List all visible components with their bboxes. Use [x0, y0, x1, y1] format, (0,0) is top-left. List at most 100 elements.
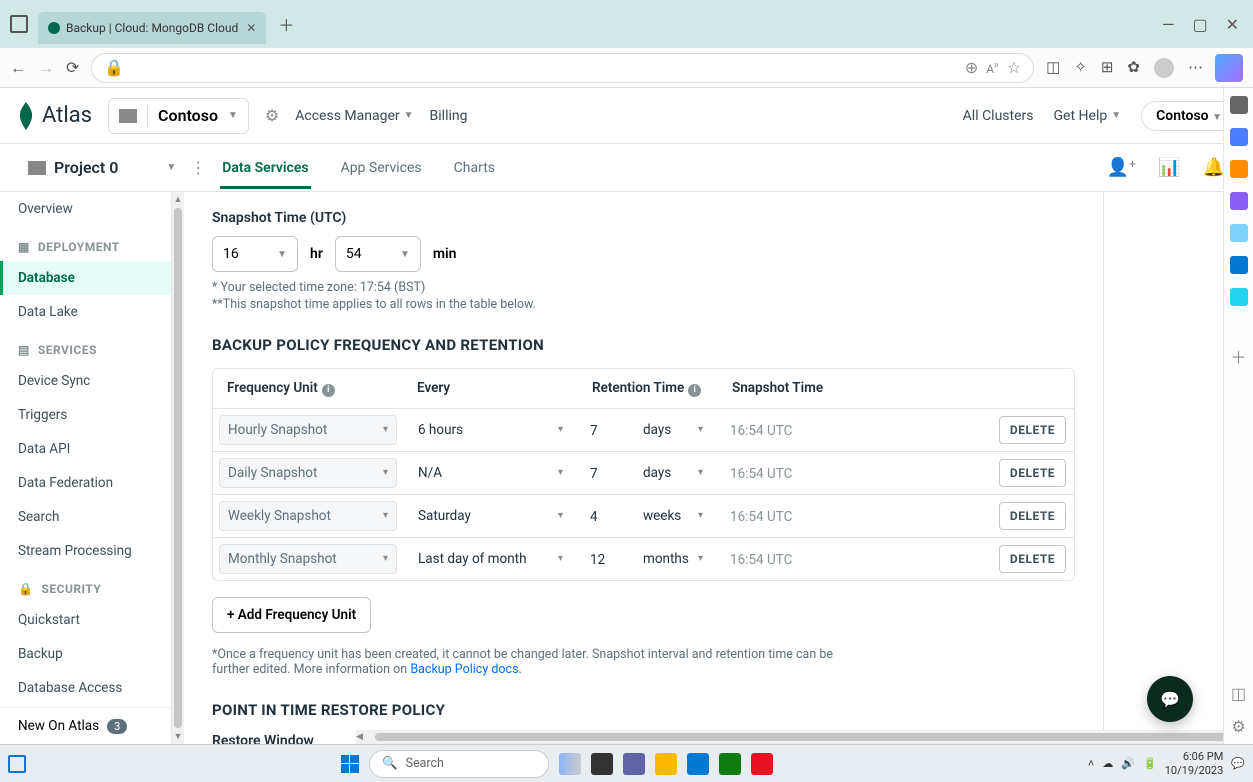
back-icon[interactable]: ← [10, 58, 26, 78]
tray-volume-icon[interactable]: 🔊 [1121, 757, 1135, 770]
tab-app-services[interactable]: App Services [339, 147, 424, 189]
sidebar-item-triggers[interactable]: Triggers [0, 398, 171, 432]
collections-icon[interactable]: ⊞ [1101, 58, 1114, 78]
shopping-icon[interactable] [1230, 160, 1248, 178]
tray-cloud-icon[interactable]: ☁ [1102, 757, 1113, 770]
sidebar-item-backup[interactable]: Backup [0, 637, 171, 671]
tag-icon[interactable] [1230, 128, 1248, 146]
close-window-icon[interactable]: ✕ [1226, 15, 1239, 34]
invite-user-icon[interactable]: 👤⁺ [1107, 157, 1137, 178]
favorites-bar-icon[interactable]: ✧ [1074, 58, 1087, 78]
delete-row-button[interactable]: DELETE [999, 502, 1066, 530]
kebab-menu-icon[interactable]: ⋮ [190, 158, 206, 177]
system-clock[interactable]: 6:06 PM 10/19/2023 [1165, 750, 1224, 776]
split-screen-icon[interactable]: ◫ [1046, 58, 1060, 78]
info-icon[interactable]: i [688, 384, 701, 397]
add-frequency-button[interactable]: + Add Frequency Unit [212, 597, 371, 633]
taskbar-search[interactable]: 🔍 Search [369, 750, 549, 778]
tray-chevron-icon[interactable]: ˄ [1088, 757, 1094, 770]
project-selector[interactable]: Project 0 ▼ [28, 158, 176, 177]
font-icon[interactable]: A» [986, 60, 999, 76]
every-select[interactable]: Saturday▾ [409, 501, 572, 531]
content-area: Snapshot Time (UTC) 16▼ hr 54▼ min * You… [184, 192, 1253, 744]
outlook-icon[interactable] [1230, 256, 1248, 274]
browser-tab[interactable]: Backup | Cloud: MongoDB Cloud ✕ [38, 12, 266, 44]
sidebar-item-device-sync[interactable]: Device Sync [0, 364, 171, 398]
send-icon[interactable] [1230, 288, 1248, 306]
frequency-unit-select[interactable]: Daily Snapshot▾ [219, 458, 397, 488]
address-bar[interactable]: 🔒 ⊕ A» ☆ [91, 53, 1034, 83]
delete-row-button[interactable]: DELETE [999, 416, 1066, 444]
close-tab-icon[interactable]: ✕ [238, 21, 256, 35]
billing-link[interactable]: Billing [430, 108, 468, 124]
maximize-icon[interactable]: ▢ [1192, 15, 1207, 34]
copilot-icon[interactable] [1215, 54, 1243, 82]
new-tab-button[interactable]: ＋ [278, 12, 294, 36]
add-sidebar-icon[interactable]: ＋ [1230, 344, 1246, 368]
tab-charts[interactable]: Charts [452, 147, 497, 189]
hide-sidebar-icon[interactable]: ◫ [1231, 684, 1246, 703]
delete-row-button[interactable]: DELETE [999, 545, 1066, 573]
gear-icon[interactable]: ⚙ [265, 106, 279, 125]
sidebar-item-search[interactable]: Search [0, 500, 171, 534]
retention-unit-select[interactable]: days▾ [634, 415, 712, 445]
backup-policy-docs-link[interactable]: Backup Policy docs [410, 662, 518, 677]
edge-icon[interactable] [687, 753, 709, 775]
reload-icon[interactable]: ⟳ [66, 58, 79, 77]
every-select[interactable]: Last day of month▾ [409, 544, 572, 574]
get-help-link[interactable]: Get Help ▼ [1054, 108, 1122, 124]
tab-data-services[interactable]: Data Services [220, 147, 310, 189]
sidebar-item-database[interactable]: Database [0, 261, 171, 295]
frequency-unit-select[interactable]: Hourly Snapshot▾ [219, 415, 397, 445]
activity-icon[interactable]: 📊 [1158, 157, 1180, 178]
sidebar-item-data-lake[interactable]: Data Lake [0, 295, 171, 329]
minimize-icon[interactable]: — [1162, 15, 1175, 34]
retention-unit-select[interactable]: days▾ [634, 458, 712, 488]
people-icon[interactable] [1230, 192, 1248, 210]
all-clusters-link[interactable]: All Clusters [963, 108, 1034, 124]
zoom-icon[interactable]: ⊕ [965, 58, 978, 77]
taskbar-app-1[interactable] [559, 753, 581, 775]
delete-row-button[interactable]: DELETE [999, 459, 1066, 487]
office-icon[interactable] [1230, 224, 1248, 242]
task-view-icon[interactable] [591, 753, 613, 775]
retention-unit-select[interactable]: months▾ [634, 544, 712, 574]
sidebar-item-stream-processing[interactable]: Stream Processing [0, 534, 171, 568]
sidebar-item-database-access[interactable]: Database Access [0, 671, 171, 705]
sidebar-item-quickstart[interactable]: Quickstart [0, 603, 171, 637]
frequency-unit-select[interactable]: Monthly Snapshot▾ [219, 544, 397, 574]
hour-select[interactable]: 16▼ [212, 236, 298, 272]
teams-icon[interactable] [623, 753, 645, 775]
snip-icon[interactable] [751, 753, 773, 775]
widgets-icon[interactable] [8, 755, 26, 773]
org-selector[interactable]: Contoso ▼ [108, 98, 249, 134]
info-icon[interactable]: i [322, 384, 335, 397]
chat-fab[interactable]: 💬 [1147, 676, 1193, 722]
start-button[interactable] [341, 755, 359, 773]
every-select[interactable]: N/A▾ [409, 458, 572, 488]
file-explorer-icon[interactable] [655, 753, 677, 775]
sidebar-overview[interactable]: Overview [0, 192, 171, 226]
sidebar-item-data-federation[interactable]: Data Federation [0, 466, 171, 500]
profile-icon[interactable] [1154, 58, 1174, 78]
sidebar-new-on-atlas[interactable]: New On Atlas 3 [0, 707, 171, 744]
access-manager-link[interactable]: Access Manager ▼ [295, 108, 413, 124]
settings-icon[interactable]: ⚙ [1231, 717, 1245, 736]
favorite-icon[interactable]: ☆ [1007, 58, 1021, 77]
frequency-unit-select[interactable]: Weekly Snapshot▾ [219, 501, 397, 531]
sidebar-item-data-api[interactable]: Data API [0, 432, 171, 466]
every-select[interactable]: 6 hours▾ [409, 415, 572, 445]
store-icon[interactable] [719, 753, 741, 775]
more-icon[interactable]: ⋯ [1188, 58, 1203, 78]
search-icon[interactable] [1230, 96, 1248, 114]
content-hscrollbar[interactable]: ◀ ▶ [356, 730, 1253, 744]
extensions-icon[interactable]: ✿ [1127, 58, 1140, 78]
minute-select[interactable]: 54▼ [335, 236, 421, 272]
atlas-logo[interactable]: Atlas [16, 102, 92, 130]
bell-icon[interactable]: 🔔 [1203, 157, 1225, 178]
tray-battery-icon[interactable]: 🔋 [1143, 757, 1157, 770]
retention-unit-select[interactable]: weeks▾ [634, 501, 712, 531]
notifications-icon[interactable]: 💬 [1231, 757, 1245, 770]
sidebar-scrollbar[interactable]: ▲ ▼ [172, 192, 184, 744]
tab-overview-icon[interactable] [10, 15, 28, 33]
